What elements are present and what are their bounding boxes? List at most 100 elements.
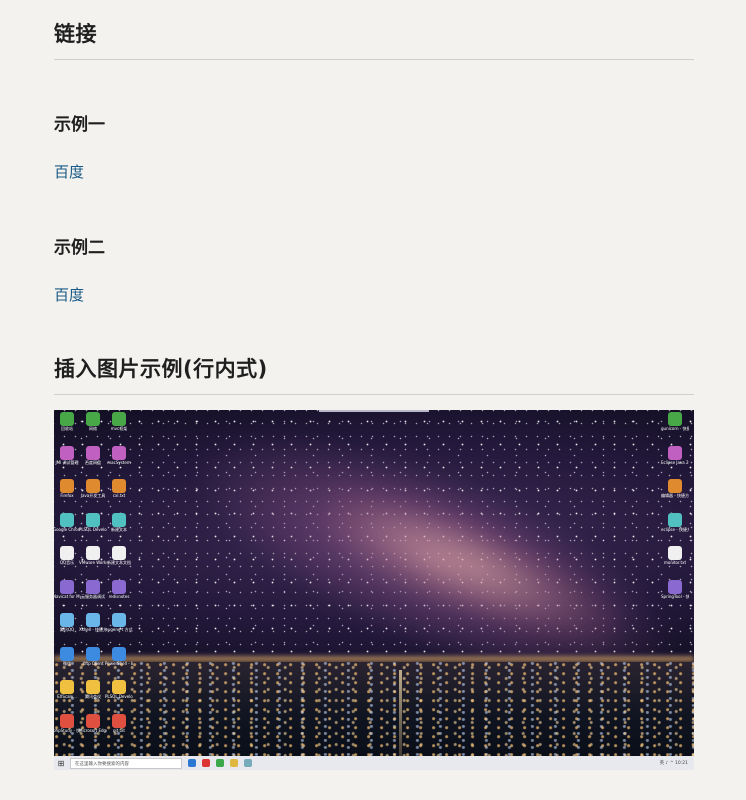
desktop-shortcut-label: mvc框架 (110, 426, 128, 431)
app-icon (86, 445, 100, 460)
app-icon (86, 479, 100, 493)
app-icon (60, 512, 74, 527)
desktop-shortcut-icon[interactable]: 腾讯QQ (54, 613, 80, 647)
desktop-shortcut-icon[interactable]: git.txt (106, 713, 132, 748)
desktop-shortcut-icon[interactable]: PLSQL Developer (79, 512, 107, 547)
image-heading-divider (54, 394, 694, 395)
app-icon (112, 579, 126, 594)
desktop-shortcut-icon[interactable]: Java开发工具 (80, 479, 106, 513)
desktop-shortcut-icon[interactable]: EXScale... (54, 680, 80, 714)
app-icon (60, 445, 74, 460)
desktop-shortcut-icon[interactable]: Xftp Client (80, 646, 106, 681)
desktop-shortcut-label: PLSQL Developer (79, 526, 107, 532)
desktop-shortcut-label: 新建文本 (111, 526, 127, 532)
image-example-heading: 插入图片示例(行内式) (54, 357, 268, 381)
app-icon (112, 479, 126, 493)
document-page: 链接 示例一 百度 示例二 百度 插入图片示例(行内式) 回收站 JMI 调试管理… (0, 0, 746, 800)
road-light-streak (399, 670, 402, 760)
app-icon (112, 512, 126, 527)
desktop-shortcut-icon[interactable]: gunicorn - 快捷方式 (661, 412, 689, 446)
desktop-shortcut-icon[interactable]: cxl.txt (106, 479, 132, 513)
desktop-shortcut-label: PLSQL Developer (105, 694, 133, 699)
desktop-shortcut-icon[interactable]: 腾讯会议 (80, 680, 106, 714)
desktop-icons-column-3: mvc框架 macSystem cxl.txt 新建文本新建文本文档 redisnote… (105, 412, 133, 748)
desktop-shortcut-label: 腾讯会议 (85, 694, 101, 699)
example-two-baidu-link[interactable]: 百度 (54, 284, 84, 305)
desktop-shortcut-icon[interactable]: 新建文本 (106, 512, 132, 547)
app-icon (86, 613, 100, 627)
desktop-shortcut-icon[interactable]: VMware Workstation (79, 546, 107, 580)
desktop-shortcut-label: EXScale... (57, 694, 77, 699)
desktop-shortcut-icon[interactable]: monitor.txt (662, 546, 688, 580)
desktop-shortcut-icon[interactable]: Firefox (54, 479, 80, 513)
taskbar: ⊞ 在这里输入你要搜索的内容 英 ♪ ^ 10:21 (54, 756, 694, 770)
desktop-shortcut-icon[interactable]: Eclipse Java 2019-09 (661, 445, 689, 480)
desktop-shortcut-icon[interactable]: Navicat for MySQL (54, 579, 81, 614)
desktop-shortcut-icon[interactable]: PLSQL Developer (105, 680, 133, 714)
desktop-shortcut-label: phpStudy - 快捷方式 (54, 727, 81, 733)
window-top-edge (319, 410, 429, 412)
app-icon (86, 546, 100, 560)
desktop-shortcut-icon[interactable]: eclipse - 快捷方式 (661, 512, 689, 547)
desktop-shortcut-label: SpringTool - 快捷方式 (661, 593, 689, 599)
app-icon (60, 412, 74, 426)
desktop-shortcut-icon[interactable]: Google Chrome (54, 512, 81, 547)
app-icon (86, 412, 100, 426)
app-icon (668, 412, 682, 426)
windows-start-icon[interactable]: ⊞ (54, 756, 68, 770)
edge-taskbar-icon[interactable] (188, 759, 196, 767)
desktop-shortcut-icon[interactable]: mvc框架 (106, 412, 132, 446)
desktop-shortcut-label: Java开发工具 (80, 493, 106, 498)
desktop-shortcut-icon[interactable]: 百度网盘 (80, 445, 106, 480)
desktop-shortcut-icon[interactable]: 新建文本文档 (106, 546, 132, 580)
desktop-shortcut-label: eugene-t 方式 (105, 627, 133, 632)
desktop-shortcut-icon[interactable]: QQ音乐 (54, 546, 80, 580)
desktop-shortcut-icon[interactable]: 网络 (80, 412, 106, 446)
desktop-shortcut-icon[interactable]: JMI 调试管理 (54, 445, 80, 480)
editor-taskbar-icon[interactable] (244, 759, 252, 767)
desktop-shortcut-label: Microsoft Edge (79, 727, 107, 733)
app-taskbar-icon[interactable] (202, 759, 210, 767)
desktop-shortcut-icon[interactable]: 回收站 (54, 412, 80, 446)
app-icon (86, 680, 100, 694)
desktop-shortcut-icon[interactable]: Xshell - 快捷方式 (79, 613, 107, 647)
desktop-shortcut-icon[interactable]: eugene-t 方式 (105, 613, 133, 647)
example-one-baidu-link[interactable]: 百度 (54, 161, 84, 182)
folder-taskbar-icon[interactable] (230, 759, 238, 767)
example-one-heading: 示例一 (54, 115, 105, 135)
app-icon (60, 713, 74, 728)
app-icon (60, 479, 74, 493)
desktop-shortcut-icon[interactable]: Microsoft Edge (79, 713, 107, 748)
links-heading-divider (54, 59, 694, 60)
app-icon (112, 713, 126, 728)
desktop-shortcut-icon[interactable]: 编辑器 - 快捷方式 (661, 479, 689, 513)
desktop-shortcut-icon[interactable]: phpStudy - 快捷方式 (54, 713, 81, 748)
desktop-shortcut-icon[interactable]: SpringTool - 快捷方式 (661, 579, 689, 614)
desktop-icons-column-1: 回收站 JMI 调试管理 Firefox Google Chrome QQ音乐 Navic… (54, 412, 81, 748)
desktop-shortcut-label: git.txt (113, 727, 125, 733)
wechat-taskbar-icon[interactable] (216, 759, 224, 767)
desktop-screenshot-image: 回收站 JMI 调试管理 Firefox Google Chrome QQ音乐 Navic… (54, 410, 694, 770)
desktop-shortcut-icon[interactable]: PowerShell - Integrate... (105, 646, 133, 681)
desktop-shortcut-icon[interactable]: macSystem (106, 445, 132, 480)
desktop-shortcut-label: QQ音乐 (59, 560, 75, 565)
desktop-shortcut-label: Xshell - 快捷方式 (79, 627, 107, 632)
desktop-shortcut-label: 回收站 (61, 426, 73, 431)
desktop-shortcut-icon[interactable]: 微信 (54, 646, 80, 681)
taskbar-search-input[interactable]: 在这里输入你要搜索的内容 (70, 757, 182, 769)
app-icon (112, 680, 126, 694)
app-icon (112, 613, 126, 627)
desktop-icons-column-right: gunicorn - 快捷方式 Eclipse Java 2019-09 编辑器 -… (661, 412, 689, 614)
app-icon (60, 613, 74, 627)
app-icon (86, 646, 100, 661)
city-lights (54, 662, 694, 757)
desktop-shortcut-label: JMI 调试管理 (55, 459, 79, 465)
app-icon (112, 546, 126, 560)
app-icon (668, 579, 682, 594)
desktop-shortcut-label: monitor.txt (663, 560, 687, 565)
desktop-shortcut-icon[interactable]: 云服务器调试 (80, 579, 106, 614)
app-icon (60, 646, 74, 661)
desktop-shortcut-label: gunicorn - 快捷方式 (661, 426, 689, 431)
desktop-shortcut-icon[interactable]: redisnotes (106, 579, 132, 614)
desktop-shortcut-label: eclipse - 快捷方式 (661, 526, 689, 532)
